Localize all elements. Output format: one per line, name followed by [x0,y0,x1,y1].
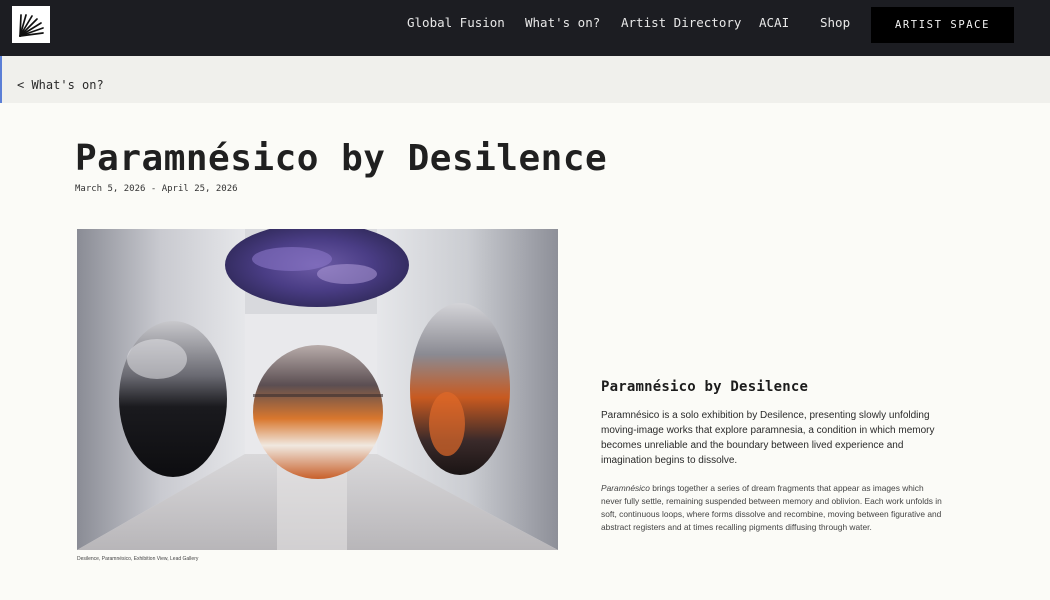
description-column: Paramnésico by Desilence Paramnésico is … [601,379,946,534]
exhibition-dates: March 5, 2026 - April 25, 2026 [75,184,238,194]
paragraph-2-text: brings together a series of dream fragme… [601,483,942,532]
sunburst-logo-icon[interactable] [12,6,50,43]
exhibition-photo [77,229,558,550]
back-to-whats-on-link[interactable]: < What's on? [17,78,104,92]
section-subtitle: Paramnésico by Desilence [601,379,809,395]
artist-space-button[interactable]: ARTIST SPACE [871,7,1014,43]
nav-shop[interactable]: Shop [820,15,850,30]
page-title: Paramnésico by Desilence [75,138,608,179]
nav-global-fusion[interactable]: Global Fusion [407,15,505,30]
photo-caption: Desilence, Paramnésico, Exhibition View,… [77,556,199,562]
description-paragraph-1: Paramnésico is a solo exhibition by Desi… [601,410,935,466]
nav-acai[interactable]: ACAI [759,15,789,30]
paragraph-2-emphasis: Paramnésico [601,483,650,493]
breadcrumb-bar: < What's on? [0,56,1050,103]
description-paragraph-2: Paramnésico brings together a series of … [601,482,946,534]
nav-whats-on[interactable]: What's on? [525,15,600,30]
nav-artist-directory[interactable]: Artist Directory [621,15,741,30]
top-navigation-bar: Global Fusion What's on? Artist Director… [0,0,1050,56]
